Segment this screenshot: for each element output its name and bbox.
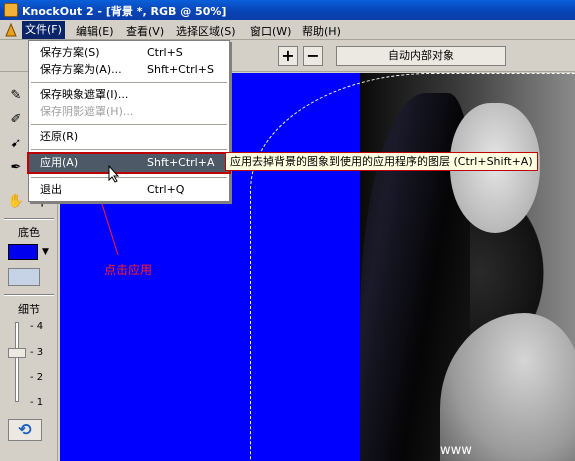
file-menu: 保存方案(S) Ctrl+S 保存方案为(A)... Shft+Ctrl+S 保存映… <box>27 40 231 202</box>
menu-item-save-scheme[interactable]: 保存方案(S) Ctrl+S <box>29 44 229 62</box>
menu-separator <box>31 177 227 178</box>
menu-item-save-scheme-as[interactable]: 保存方案为(A)... Shft+Ctrl+S <box>29 61 229 79</box>
menu-item-exit[interactable]: 退出 Ctrl+Q <box>29 181 229 199</box>
menu-item-revert[interactable]: 还原(R) <box>29 128 229 146</box>
mouse-cursor-icon <box>108 165 120 183</box>
menu-item-apply[interactable]: 应用(A) Shft+Ctrl+A <box>27 152 231 174</box>
apply-tooltip: 应用去掉背景的图象到使用的应用程序的图层 (Ctrl+Shift+A) <box>225 152 538 171</box>
menu-item-save-shadow-mask: 保存阴影遮罩(H)... <box>40 105 134 118</box>
menu-separator <box>31 149 227 150</box>
menu-separator <box>31 124 227 125</box>
menu-separator <box>31 82 227 83</box>
menu-item-save-image-mask[interactable]: 保存映象遮罩(I)... <box>29 86 229 104</box>
